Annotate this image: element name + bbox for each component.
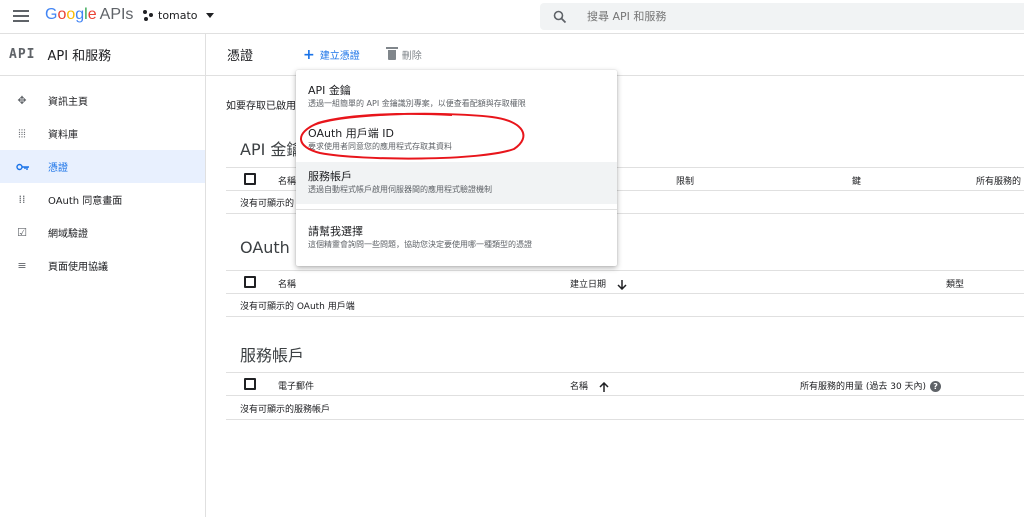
sidebar-item-label: 網域驗證: [48, 229, 88, 240]
page-title: 憑證: [227, 49, 254, 64]
column-header[interactable]: 名稱: [278, 277, 296, 290]
sidebar-item-oauth-consent[interactable]: ⁞⁞ OAuth 同意畫面: [0, 183, 205, 216]
menu-item-api-key[interactable]: API 金鑰 透過一組簡單的 API 金鑰識別專案，以便查看配額與存取權限: [296, 82, 617, 116]
column-header: 鍵: [852, 177, 862, 187]
sidebar-item-label: 資訊主頁: [48, 97, 88, 108]
sidebar-item-credentials[interactable]: 憑證: [0, 150, 205, 183]
menu-icon[interactable]: [13, 10, 29, 22]
settings-list-icon: ≡: [17, 258, 27, 272]
column-header: 所有服務的用量 (過去 30 天內)?: [800, 379, 942, 392]
empty-state-text: 沒有可顯示的服務帳戶: [240, 405, 331, 415]
trash-icon: [385, 46, 398, 60]
column-header: 類型: [946, 280, 965, 290]
sidebar-title: API 和服務: [47, 49, 112, 64]
api-logo: API: [9, 47, 36, 62]
create-credentials-menu: API 金鑰 透過一組簡單的 API 金鑰識別專案，以便查看配額與存取權限 OA…: [296, 70, 617, 266]
sidebar-nav: ✥ 資訊主頁 ⦙⦙⦙ 資料庫 憑證 ⁞⁞ OAuth 同意畫面 ☑ 網域驗證 ≡…: [0, 84, 205, 282]
project-name: tomato: [158, 9, 198, 22]
consent-icon: ⁞⁞: [18, 192, 26, 206]
oauth-table-header: 名稱 建立日期 類型: [226, 270, 1024, 294]
dashboard-icon: ✥: [17, 93, 27, 107]
menu-item-service-account[interactable]: 服務帳戶 透過自動程式帳戶啟用伺服器間的應用程式驗證機制: [296, 162, 617, 204]
sidebar-item-domain-verification[interactable]: ☑ 網域驗證: [0, 216, 205, 249]
delete-button[interactable]: 刪除: [385, 46, 422, 62]
chevron-down-icon: [205, 13, 214, 18]
service-accounts-heading: 服務帳戶: [240, 346, 305, 365]
domain-check-icon: ☑: [17, 225, 27, 239]
select-all-checkbox[interactable]: [244, 173, 256, 185]
empty-state-text: 沒有可顯示的 OAuth 用戶端: [240, 302, 355, 312]
search-icon: [553, 10, 567, 23]
search-input[interactable]: [587, 10, 887, 23]
sidebar-item-label: OAuth 同意畫面: [48, 196, 123, 207]
key-icon: [16, 161, 29, 173]
service-accounts-table-header: 電子郵件 名稱 所有服務的用量 (過去 30 天內)?: [226, 372, 1024, 396]
project-selector[interactable]: tomato: [143, 9, 214, 22]
menu-item-help-me-choose[interactable]: 請幫我選擇 這個精靈會詢問一些問題，協助您決定要使用哪一種類型的憑證: [296, 223, 617, 257]
api-keys-heading: API 金鑰: [240, 140, 303, 159]
divider: [226, 419, 1024, 420]
divider: [226, 316, 1024, 317]
arrow-down-icon: [617, 279, 627, 290]
sidebar-item-dashboard[interactable]: ✥ 資訊主頁: [0, 84, 205, 117]
library-icon: ⦙⦙⦙: [18, 126, 26, 140]
arrow-up-icon: [599, 381, 609, 392]
menu-item-oauth-client-id[interactable]: OAuth 用戶端 ID 要求使用者同意您的應用程式存取其資料: [296, 125, 617, 159]
sidebar-item-library[interactable]: ⦙⦙⦙ 資料庫: [0, 117, 205, 150]
create-credentials-button[interactable]: + 建立憑證: [303, 47, 360, 63]
select-all-checkbox[interactable]: [244, 378, 256, 390]
help-icon[interactable]: ?: [930, 381, 942, 392]
intro-text: 如要存取已啟用: [226, 101, 296, 112]
sidebar-item-page-usage[interactable]: ≡ 頁面使用協議: [0, 249, 205, 282]
sidebar-item-label: 憑證: [48, 163, 68, 174]
sidebar-item-label: 頁面使用協議: [48, 262, 108, 273]
menu-divider: [296, 209, 617, 210]
sidebar-item-label: 資料庫: [48, 130, 78, 141]
top-bar: Google APIs tomato: [0, 0, 1024, 34]
column-header-sortable[interactable]: 名稱: [570, 379, 609, 392]
google-apis-logo[interactable]: Google APIs: [45, 6, 133, 24]
search-bar[interactable]: [540, 3, 1024, 30]
column-header: 所有服務的: [976, 177, 1022, 187]
select-all-checkbox[interactable]: [244, 276, 256, 288]
plus-icon: +: [303, 46, 315, 63]
sidebar: API API 和服務 ✥ 資訊主頁 ⦙⦙⦙ 資料庫 憑證 ⁞⁞ OAuth 同…: [0, 34, 206, 517]
column-header[interactable]: 電子郵件: [278, 379, 314, 392]
empty-state-text: 沒有可顯示的: [240, 199, 295, 209]
column-header-sortable[interactable]: 建立日期: [570, 277, 627, 290]
column-header: 限制: [676, 177, 695, 187]
project-icon: [143, 10, 154, 21]
sidebar-header: API API 和服務: [0, 34, 205, 76]
column-header[interactable]: 名稱: [278, 174, 296, 187]
